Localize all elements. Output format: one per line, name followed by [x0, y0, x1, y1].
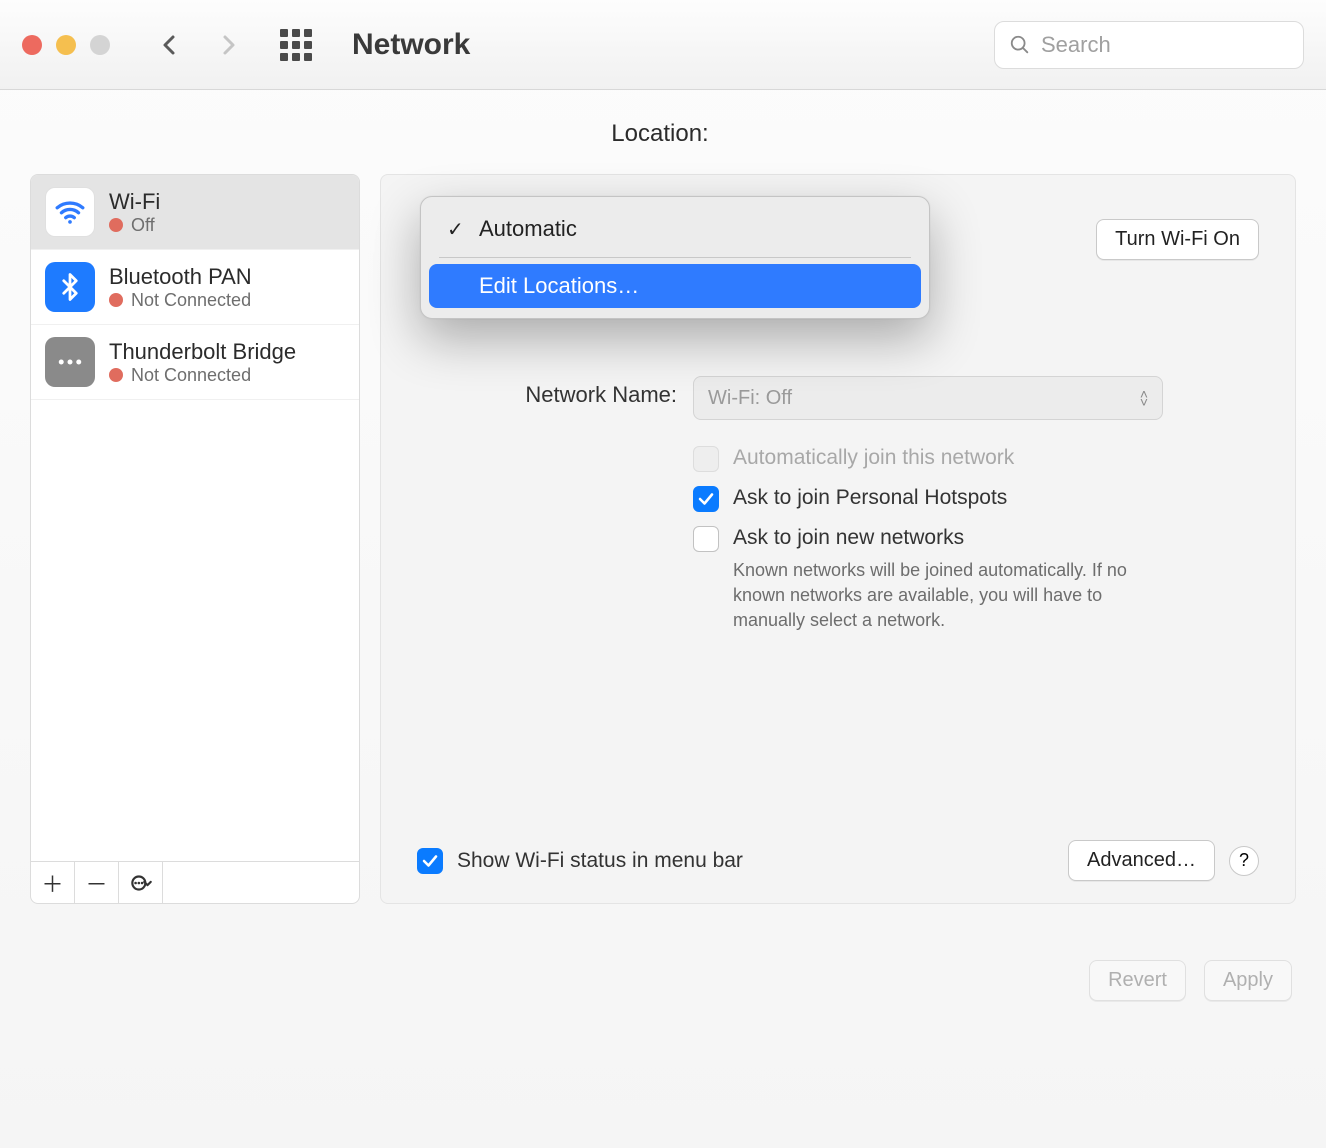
detail-bottom-bar: Show Wi-Fi status in menu bar Advanced… …: [417, 840, 1259, 881]
service-sidebar: Wi-Fi Off Bluetooth PAN Not Connected: [30, 174, 360, 904]
menu-separator: [439, 257, 911, 258]
zoom-window-button[interactable]: [90, 35, 110, 55]
wifi-icon: [45, 187, 95, 237]
page-title: Network: [352, 28, 470, 62]
location-menu-item-label: Edit Locations…: [479, 273, 639, 299]
network-name-select[interactable]: Wi-Fi: Off ˄˅: [693, 376, 1163, 420]
page-footer: Revert Apply: [0, 934, 1326, 1027]
bluetooth-icon: [45, 262, 95, 312]
status-dot-icon: [109, 218, 123, 232]
content: Location: Wi-Fi Off: [0, 90, 1326, 934]
close-window-button[interactable]: [22, 35, 42, 55]
sidebar-footer-spacer: [163, 862, 359, 903]
turn-wifi-on-button[interactable]: Turn Wi-Fi On: [1096, 219, 1259, 260]
add-service-button[interactable]: ＋: [31, 862, 75, 903]
hotspot-checkbox[interactable]: [693, 486, 719, 512]
search-icon: [1009, 34, 1031, 56]
service-list: Wi-Fi Off Bluetooth PAN Not Connected: [31, 175, 359, 861]
checkmark-icon: ✓: [447, 217, 467, 242]
search-field[interactable]: Search: [994, 21, 1304, 69]
hotspot-label: Ask to join Personal Hotspots: [733, 486, 1007, 510]
status-dot-icon: [109, 293, 123, 307]
sidebar-footer: ＋ －: [31, 861, 359, 903]
service-name: Thunderbolt Bridge: [109, 339, 296, 365]
window-controls: [22, 35, 110, 55]
location-menu-item-automatic[interactable]: ✓ Automatic: [429, 207, 921, 251]
service-name: Wi-Fi: [109, 189, 160, 215]
back-button[interactable]: [150, 25, 190, 65]
help-button[interactable]: ?: [1229, 846, 1259, 876]
service-actions-button[interactable]: [119, 862, 163, 903]
show-status-label: Show Wi-Fi status in menu bar: [457, 849, 743, 873]
new-networks-checkbox[interactable]: [693, 526, 719, 552]
new-networks-help: Known networks will be joined automatica…: [733, 558, 1173, 634]
checkmark-icon: [697, 490, 715, 508]
remove-service-button[interactable]: －: [75, 862, 119, 903]
revert-button[interactable]: Revert: [1089, 960, 1186, 1001]
location-menu-edit[interactable]: Edit Locations…: [429, 264, 921, 308]
forward-button[interactable]: [208, 25, 248, 65]
service-status: Off: [109, 215, 160, 236]
auto-join-row: Automatically join this network: [693, 446, 1259, 472]
new-networks-row: Ask to join new networks Known networks …: [693, 526, 1259, 634]
auto-join-label: Automatically join this network: [733, 446, 1014, 470]
location-label: Location:: [611, 120, 708, 148]
network-name-label: Network Name:: [417, 376, 677, 408]
service-bluetooth-pan[interactable]: Bluetooth PAN Not Connected: [31, 250, 359, 325]
service-thunderbolt-bridge[interactable]: Thunderbolt Bridge Not Connected: [31, 325, 359, 400]
network-name-value: Wi-Fi: Off: [708, 387, 792, 410]
checkmark-icon: [421, 852, 439, 870]
service-name: Bluetooth PAN: [109, 264, 252, 290]
status-dot-icon: [109, 368, 123, 382]
search-placeholder: Search: [1041, 32, 1111, 58]
advanced-button[interactable]: Advanced…: [1068, 840, 1215, 881]
location-menu-item-label: Automatic: [479, 216, 577, 242]
service-wifi[interactable]: Wi-Fi Off: [31, 175, 359, 250]
new-networks-label: Ask to join new networks: [733, 526, 964, 549]
apply-button[interactable]: Apply: [1204, 960, 1292, 1001]
auto-join-checkbox: [693, 446, 719, 472]
service-status: Not Connected: [109, 290, 252, 311]
thunderbolt-icon: [45, 337, 95, 387]
toolbar: Network Search: [0, 0, 1326, 90]
location-row: Location:: [30, 120, 1296, 148]
location-menu: ✓ Automatic Edit Locations…: [420, 196, 930, 319]
show-all-prefs-button[interactable]: [280, 29, 312, 61]
chevron-updown-icon: ˄˅: [1140, 390, 1148, 406]
show-status-checkbox[interactable]: [417, 848, 443, 874]
hotspot-row: Ask to join Personal Hotspots: [693, 486, 1259, 512]
minimize-window-button[interactable]: [56, 35, 76, 55]
service-status: Not Connected: [109, 365, 296, 386]
